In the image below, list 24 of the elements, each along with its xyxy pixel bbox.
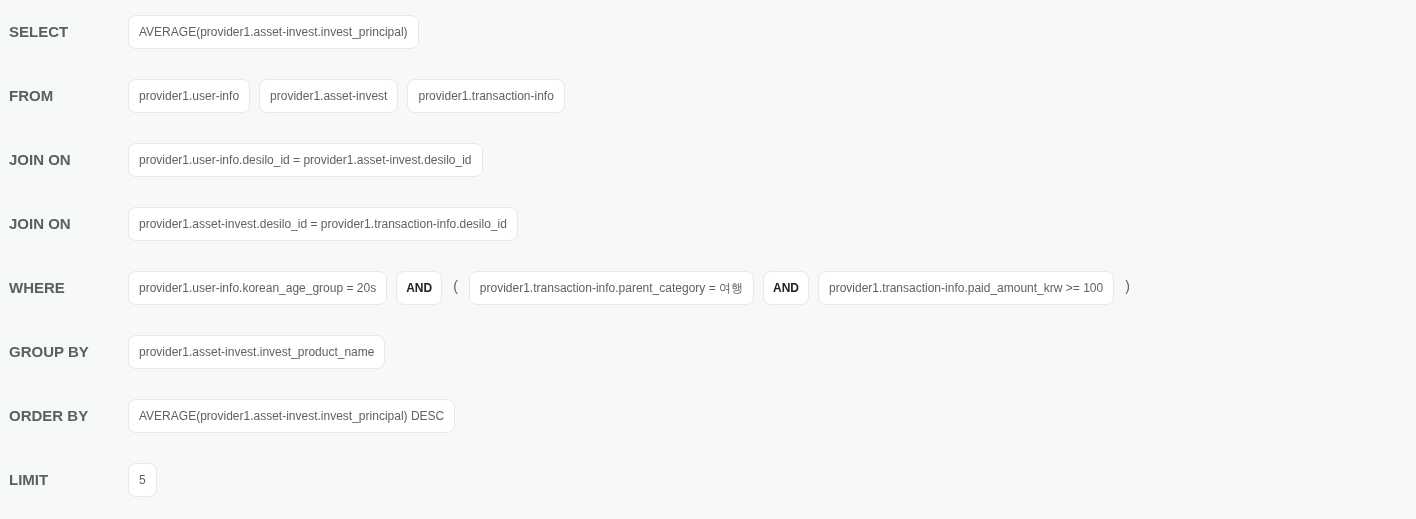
condition-chip: 5 [128, 463, 157, 497]
condition-chip: provider1.transaction-info.parent_category = 여행 [468, 271, 754, 305]
clause-keyword: FROM [9, 85, 55, 106]
clause-keyword: ORDER BY [9, 405, 90, 426]
operator-chip: AND [396, 271, 443, 305]
clause-keyword: GROUP BY [9, 341, 90, 362]
condition-chip: provider1.transaction-info.paid_amount_krw >= 100 [818, 271, 1115, 305]
condition-chip: provider1.asset-invest [259, 79, 399, 113]
clause-keyword: JOIN ON [9, 213, 72, 234]
condition-chip: AVERAGE(provider1.asset-invest.invest_principal) DESC [128, 399, 456, 433]
clause-keyword: WHERE [9, 277, 66, 298]
condition-chip: provider1.user-info.korean_age_group = 20s [128, 271, 388, 305]
condition-chip: AVERAGE(provider1.asset-invest.invest_principal) [128, 15, 419, 49]
parenthesis: ( [452, 276, 459, 296]
clause-keyword: LIMIT [9, 469, 50, 490]
clause-keyword: SELECT [9, 21, 70, 42]
condition-chip: provider1.user-info.desilo_id = provider1.asset-invest.desilo_id [128, 143, 483, 177]
clause-keyword: JOIN ON [9, 149, 72, 170]
condition-chip: provider1.asset-invest.desilo_id = provider1.transaction-info.desilo_id [128, 207, 518, 241]
condition-chip: provider1.asset-invest.invest_product_name [128, 335, 386, 369]
parenthesis: ) [1124, 276, 1131, 296]
condition-chip: provider1.transaction-info [407, 79, 565, 113]
operator-chip: AND [763, 271, 809, 305]
condition-chip: provider1.user-info [128, 79, 251, 113]
